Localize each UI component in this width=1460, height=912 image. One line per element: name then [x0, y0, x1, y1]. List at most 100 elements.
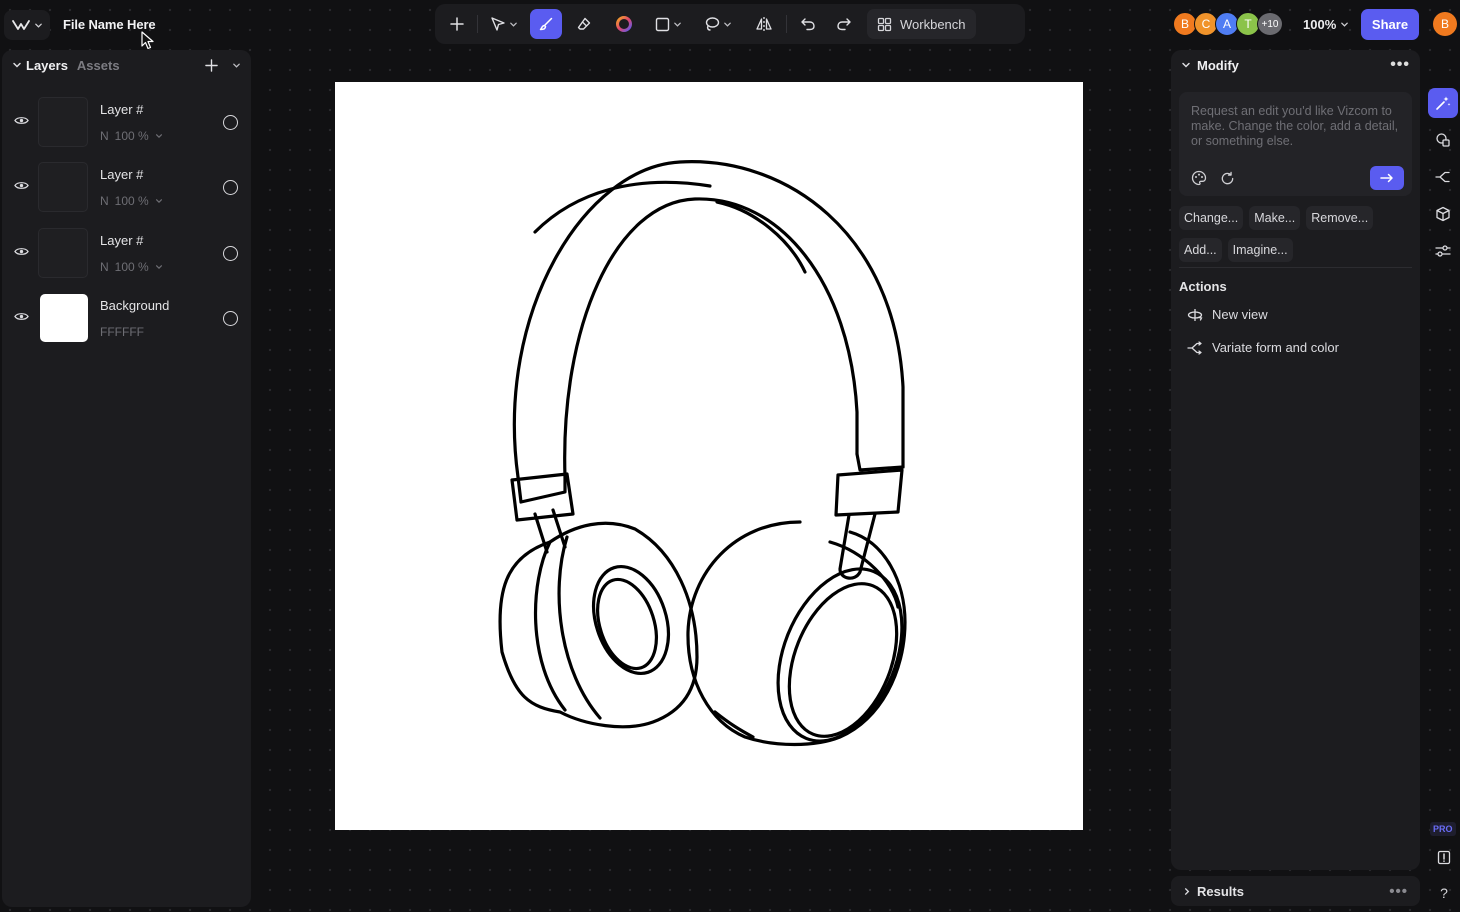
results-panel-header[interactable]: Results ••• [1171, 876, 1420, 906]
zoom-level: 100% [1303, 17, 1337, 32]
eye-icon[interactable] [14, 180, 29, 191]
layer-row[interactable]: Layer # N 100 % [2, 158, 251, 214]
redo-button[interactable] [827, 9, 861, 39]
zoom-dropdown[interactable]: 100% [1303, 17, 1349, 32]
chevron-right-icon [1184, 887, 1190, 895]
chevron-down-icon[interactable] [232, 61, 241, 70]
layer-meta: N 100 % [100, 129, 163, 143]
shape-tool-button[interactable] [646, 9, 690, 39]
eye-icon[interactable] [14, 311, 29, 322]
layer-blend-mode[interactable]: N [100, 129, 109, 143]
layer-opacity[interactable]: 100 % [115, 129, 149, 143]
rail-modify-button[interactable] [1428, 88, 1458, 118]
chevron-down-icon[interactable] [1181, 60, 1191, 70]
prompt-box [1179, 92, 1412, 196]
square-icon [655, 17, 669, 31]
color-picker-button[interactable] [606, 9, 642, 39]
sliders-icon [1435, 245, 1451, 257]
layer-opacity[interactable]: 100 % [115, 260, 149, 274]
more-options-icon[interactable]: ••• [1390, 56, 1410, 74]
action-variate[interactable]: Variate form and color [1187, 340, 1339, 355]
layer-row[interactable]: Layer # N 100 % [2, 93, 251, 149]
branch-icon [1187, 340, 1202, 355]
collaborator-avatars[interactable]: B C A T +10 [1173, 12, 1283, 36]
palette-button[interactable] [1189, 168, 1209, 188]
chevron-down-icon[interactable] [155, 132, 163, 140]
layers-panel-header: Layers Assets [2, 50, 251, 80]
rail-3d-button[interactable] [1428, 199, 1458, 229]
eye-icon[interactable] [14, 246, 29, 257]
lasso-tool-button[interactable] [696, 9, 740, 39]
background-color-value[interactable]: FFFFFF [100, 325, 144, 339]
eraser-tool-button[interactable] [566, 9, 602, 39]
help-button[interactable]: ? [1432, 885, 1456, 901]
chevron-down-icon[interactable] [155, 197, 163, 205]
layer-mask-toggle[interactable] [223, 246, 238, 261]
action-label: Variate form and color [1212, 340, 1339, 355]
pro-badge: PRO [1430, 822, 1456, 836]
chevron-down-icon[interactable] [155, 263, 163, 271]
user-avatar[interactable]: B [1433, 12, 1457, 36]
rail-shapes-button[interactable] [1428, 125, 1458, 155]
background-layer-name: Background [100, 298, 170, 313]
layer-blend-mode[interactable]: N [100, 260, 109, 274]
grid-icon [877, 17, 892, 31]
actions-title: Actions [1179, 279, 1227, 294]
results-title: Results [1197, 883, 1244, 899]
add-layer-icon[interactable] [205, 58, 218, 72]
modify-panel-header: Modify ••• [1171, 50, 1420, 80]
layer-thumbnail [38, 97, 88, 147]
edit-prompt-input[interactable] [1191, 104, 1401, 154]
mirror-tool-button[interactable] [746, 9, 782, 39]
layer-mask-toggle[interactable] [223, 180, 238, 195]
eye-icon[interactable] [14, 115, 29, 126]
book-icon [1437, 850, 1451, 865]
select-tool-button[interactable] [482, 9, 526, 39]
background-thumbnail [40, 294, 88, 342]
palette-icon [1191, 170, 1207, 186]
feedback-button[interactable] [1432, 850, 1456, 865]
undo-icon [801, 18, 815, 31]
app-menu-button[interactable] [4, 10, 50, 40]
chevron-down-icon [34, 23, 42, 28]
layer-mask-toggle[interactable] [223, 115, 238, 130]
layer-name: Layer # [100, 102, 144, 117]
layer-blend-mode[interactable]: N [100, 194, 109, 208]
layers-panel: Layers Assets Layer # N 100 % Layer # N [2, 50, 251, 907]
rail-variations-button[interactable] [1428, 162, 1458, 192]
refresh-button[interactable] [1217, 168, 1237, 188]
mirror-icon [756, 17, 772, 31]
tab-layers[interactable]: Layers [26, 58, 68, 73]
lasso-icon [705, 17, 720, 31]
chevron-down-icon [673, 22, 681, 27]
layer-row[interactable]: Layer # N 100 % [2, 224, 251, 280]
plus-icon [450, 17, 464, 31]
chip-make[interactable]: Make... [1249, 206, 1301, 230]
undo-button[interactable] [791, 9, 825, 39]
rail-adjust-button[interactable] [1428, 236, 1458, 266]
chevron-down-icon[interactable] [12, 60, 22, 70]
layer-opacity[interactable]: 100 % [115, 194, 149, 208]
action-new-view[interactable]: New view [1187, 307, 1268, 322]
chip-add[interactable]: Add... [1179, 238, 1222, 262]
workbench-button[interactable]: Workbench [867, 9, 976, 39]
redo-icon [837, 18, 851, 31]
cube-icon [1436, 206, 1450, 222]
chip-remove[interactable]: Remove... [1306, 206, 1374, 230]
refresh-icon [1221, 171, 1233, 184]
send-prompt-button[interactable] [1370, 166, 1404, 190]
add-tool-button[interactable] [441, 9, 473, 39]
canvas-artboard[interactable] [335, 82, 1083, 830]
background-layer-row[interactable]: Background FFFFFF [2, 289, 251, 345]
layer-mask-toggle[interactable] [223, 311, 238, 326]
tab-assets[interactable]: Assets [77, 58, 120, 73]
file-name[interactable]: File Name Here [63, 17, 156, 32]
more-options-icon[interactable]: ••• [1389, 883, 1408, 900]
share-button[interactable]: Share [1361, 9, 1419, 40]
more-collaborators-badge[interactable]: +10 [1257, 12, 1283, 36]
modify-panel-title: Modify [1197, 57, 1239, 73]
chip-imagine[interactable]: Imagine... [1227, 238, 1293, 262]
background-hex[interactable]: FFFFFF [100, 325, 144, 339]
chip-change[interactable]: Change... [1179, 206, 1244, 230]
brush-tool-button[interactable] [530, 9, 562, 39]
